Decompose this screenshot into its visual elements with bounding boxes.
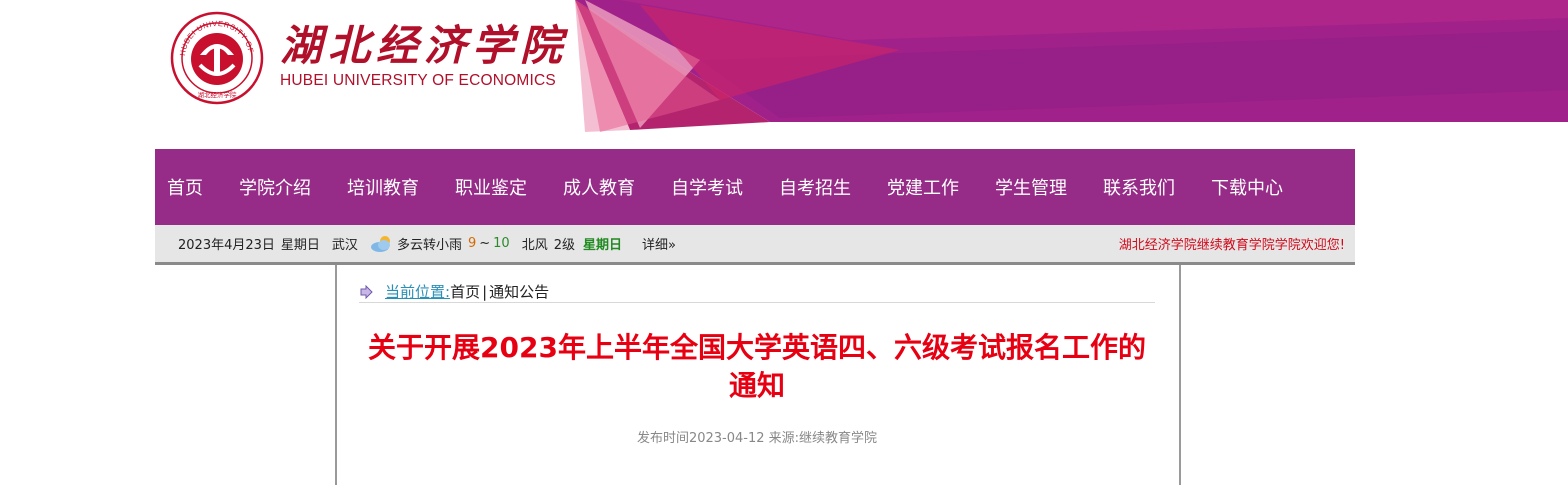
nav-item-adult-education[interactable]: 成人教育	[551, 174, 647, 200]
weather-detail-link[interactable]: 详细»	[642, 234, 676, 253]
current-date: 2023年4月23日	[178, 238, 275, 253]
article-title: 关于开展2023年上半年全国大学英语四、六级考试报名工作的通知	[368, 331, 1146, 402]
main-navigation: 首页 学院介绍 培训教育 职业鉴定 成人教育 自学考试 自考招生 党建工作 学生…	[155, 149, 1355, 225]
weather-city: 武汉	[331, 238, 358, 253]
current-weekday: 星期日	[280, 238, 320, 253]
school-name-cn: 湖北经济学院	[280, 21, 569, 70]
nav-item-home[interactable]: 首页	[155, 174, 215, 200]
info-bar: 2023年4月23日 星期日 武汉 多云转小雨 9 ~ 10 北风 2级 星期日…	[155, 225, 1355, 265]
weather-condition: 多云转小雨	[396, 238, 462, 253]
temp-high: 10	[493, 236, 510, 251]
nav-item-about[interactable]: 学院介绍	[227, 174, 323, 200]
nav-item-party-building[interactable]: 党建工作	[875, 174, 971, 200]
article-meta: 发布时间2023-04-12 来源:继续教育学院	[636, 431, 878, 446]
breadcrumb: 当前位置: 首页 | 通知公告	[359, 281, 1155, 303]
nav-item-self-study-exam[interactable]: 自学考试	[659, 174, 755, 200]
nav-item-vocational-appraisal[interactable]: 职业鉴定	[443, 174, 539, 200]
breadcrumb-home[interactable]: 首页	[450, 281, 480, 302]
nav-item-student-management[interactable]: 学生管理	[983, 174, 1079, 200]
nav-item-self-study-admission[interactable]: 自考招生	[767, 174, 863, 200]
article-panel: 当前位置: 首页 | 通知公告 关于开展2023年上半年全国大学英语四、六级考试…	[335, 265, 1181, 485]
date-weather: 2023年4月23日 星期日 武汉 多云转小雨 9 ~ 10 北风 2级 星期日…	[178, 225, 688, 262]
nav-item-downloads[interactable]: 下载中心	[1199, 174, 1295, 200]
cloud-sun-icon	[370, 235, 390, 252]
wind-level: 2级	[553, 238, 575, 253]
breadcrumb-current[interactable]: 通知公告	[489, 281, 549, 302]
school-name-en: HUBEI UNIVERSITY OF ECONOMICS	[280, 72, 556, 89]
nav-item-training[interactable]: 培训教育	[335, 174, 431, 200]
weekday-highlight: 星期日	[582, 238, 622, 253]
wind-direction: 北风	[521, 238, 548, 253]
temp-separator: ~	[479, 236, 491, 251]
breadcrumb-separator: |	[482, 282, 488, 301]
university-seal-logo: HUBEI UNIVERSITY OF ECONOMICS 湖北经济学院	[170, 11, 264, 105]
seal-bottom-text: 湖北经济学院	[198, 90, 238, 99]
temp-low: 9	[467, 236, 477, 251]
site-header: HUBEI UNIVERSITY OF ECONOMICS 湖北经济学院 湖北经…	[0, 0, 1568, 148]
arrow-right-icon	[360, 284, 373, 299]
nav-item-contact[interactable]: 联系我们	[1091, 174, 1187, 200]
breadcrumb-label[interactable]: 当前位置:	[385, 281, 450, 302]
welcome-message: 湖北经济学院继续教育学院学院欢迎您!	[1118, 238, 1345, 253]
